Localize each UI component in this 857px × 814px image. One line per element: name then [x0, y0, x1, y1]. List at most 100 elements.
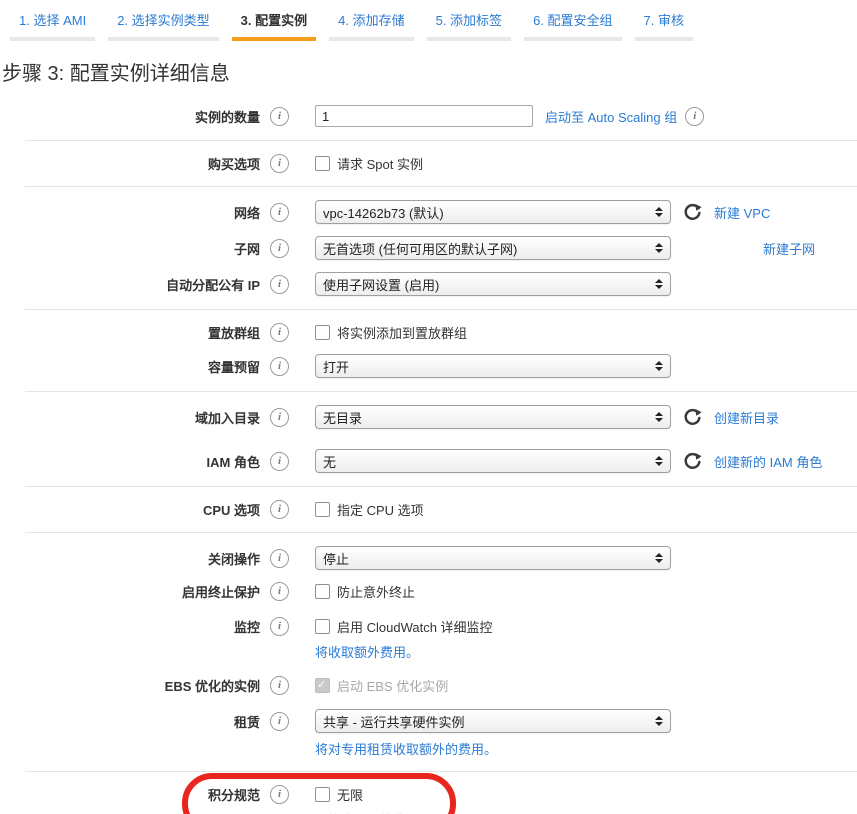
- row-subnet: 子网 i 无首选项 (任何可用区的默认子网) 新建子网: [0, 236, 857, 260]
- capacity-reservation-value: 打开: [323, 357, 655, 376]
- cpu-options-checkbox-label: 指定 CPU 选项: [337, 500, 424, 519]
- network-label: 网络: [0, 203, 260, 222]
- info-icon[interactable]: i: [270, 107, 289, 126]
- monitoring-checkbox[interactable]: [315, 619, 330, 634]
- refresh-icon[interactable]: [683, 452, 702, 471]
- capacity-reservation-label: 容量预留: [0, 357, 260, 376]
- select-arrows-icon: [655, 553, 663, 563]
- section-credit-specification: 积分规范 i 无限 可能收取额外费用: [0, 772, 857, 814]
- request-spot-checkbox[interactable]: [315, 156, 330, 171]
- row-instance-count: 实例的数量 i 启动至 Auto Scaling 组 i: [0, 105, 857, 127]
- tab-choose-ami[interactable]: 1. 选择 AMI: [10, 10, 95, 41]
- tenancy-fee-note[interactable]: 将对专用租赁收取额外的费用。: [315, 739, 857, 758]
- info-icon[interactable]: i: [270, 203, 289, 222]
- unlimited-checkbox-label: 无限: [337, 785, 363, 804]
- launch-into-auto-scaling-link[interactable]: 启动至 Auto Scaling 组: [545, 107, 677, 126]
- domain-join-directory-label: 域加入目录: [0, 408, 260, 427]
- request-spot-label: 请求 Spot 实例: [337, 154, 423, 173]
- tenancy-label: 租赁: [0, 712, 260, 731]
- row-domain-join-directory: 域加入目录 i 无目录 创建新目录: [0, 405, 857, 429]
- info-icon[interactable]: i: [685, 107, 704, 126]
- info-icon[interactable]: i: [270, 617, 289, 636]
- row-tenancy: 租赁 i 共享 - 运行共享硬件实例: [0, 709, 857, 733]
- section-instance-count: 实例的数量 i 启动至 Auto Scaling 组 i: [0, 92, 857, 140]
- monitoring-checkbox-label: 启用 CloudWatch 详细监控: [337, 617, 493, 636]
- refresh-icon[interactable]: [683, 408, 702, 427]
- page-title: 步骤 3: 配置实例详细信息: [2, 57, 857, 86]
- info-icon[interactable]: i: [270, 275, 289, 294]
- configure-instance-form: 实例的数量 i 启动至 Auto Scaling 组 i 购买选项 i 请求 S…: [0, 92, 857, 814]
- info-icon[interactable]: i: [270, 582, 289, 601]
- tab-configure-security-group[interactable]: 6. 配置安全组: [524, 10, 621, 41]
- unlimited-checkbox[interactable]: [315, 787, 330, 802]
- credit-specification-label: 积分规范: [0, 785, 260, 804]
- subnet-select[interactable]: 无首选项 (任何可用区的默认子网): [315, 236, 671, 260]
- row-shutdown-behavior: 关闭操作 i 停止: [0, 546, 857, 570]
- row-placement-group: 置放群组 i 将实例添加到置放群组: [0, 323, 857, 342]
- row-network: 网络 i vpc-14262b73 (默认) 新建 VPC: [0, 200, 857, 224]
- create-new-directory-link[interactable]: 创建新目录: [714, 408, 779, 427]
- row-credit-specification: 积分规范 i 无限: [0, 785, 857, 804]
- auto-assign-public-ip-select[interactable]: 使用子网设置 (启用): [315, 272, 671, 296]
- info-icon[interactable]: i: [270, 676, 289, 695]
- subnet-label: 子网: [0, 239, 260, 258]
- refresh-icon[interactable]: [683, 203, 702, 222]
- capacity-reservation-select[interactable]: 打开: [315, 354, 671, 378]
- section-purchase-option: 购买选项 i 请求 Spot 实例: [0, 141, 857, 186]
- domain-join-directory-value: 无目录: [323, 408, 655, 427]
- section-behavior: 关闭操作 i 停止 启用终止保护 i 防止意外终止 监控: [0, 533, 857, 771]
- termination-protection-label: 启用终止保护: [0, 582, 260, 601]
- info-icon[interactable]: i: [270, 357, 289, 376]
- info-icon[interactable]: i: [270, 452, 289, 471]
- iam-role-label: IAM 角色: [0, 452, 260, 471]
- placement-group-label: 置放群组: [0, 323, 260, 342]
- info-icon[interactable]: i: [270, 239, 289, 258]
- info-icon[interactable]: i: [270, 500, 289, 519]
- monitoring-fee-note[interactable]: 将收取额外费用。: [315, 642, 857, 661]
- row-purchase-option: 购买选项 i 请求 Spot 实例: [0, 154, 857, 173]
- row-cpu-options: CPU 选项 i 指定 CPU 选项: [0, 500, 857, 519]
- shutdown-behavior-select[interactable]: 停止: [315, 546, 671, 570]
- create-new-iam-role-link[interactable]: 创建新的 IAM 角色: [714, 452, 822, 471]
- create-new-subnet-link[interactable]: 新建子网: [763, 239, 815, 258]
- tab-add-storage[interactable]: 4. 添加存储: [329, 10, 413, 41]
- purchase-option-label: 购买选项: [0, 154, 260, 173]
- network-select[interactable]: vpc-14262b73 (默认): [315, 200, 671, 224]
- create-new-vpc-link[interactable]: 新建 VPC: [714, 203, 770, 222]
- select-arrows-icon: [655, 361, 663, 371]
- cpu-options-checkbox[interactable]: [315, 502, 330, 517]
- tab-choose-instance-type[interactable]: 2. 选择实例类型: [108, 10, 218, 41]
- cpu-options-label: CPU 选项: [0, 500, 260, 519]
- subnet-select-value: 无首选项 (任何可用区的默认子网): [323, 239, 655, 258]
- termination-protection-checkbox[interactable]: [315, 584, 330, 599]
- placement-group-checkbox[interactable]: [315, 325, 330, 340]
- info-icon[interactable]: i: [270, 408, 289, 427]
- select-arrows-icon: [655, 456, 663, 466]
- info-icon[interactable]: i: [270, 785, 289, 804]
- instance-count-input[interactable]: [315, 105, 533, 127]
- info-icon[interactable]: i: [270, 154, 289, 173]
- ebs-optimized-checkbox-label: 启动 EBS 优化实例: [337, 676, 448, 695]
- info-icon[interactable]: i: [270, 549, 289, 568]
- ebs-optimized-label: EBS 优化的实例: [0, 676, 260, 695]
- iam-role-select[interactable]: 无: [315, 449, 671, 473]
- termination-protection-checkbox-label: 防止意外终止: [337, 582, 415, 601]
- tab-add-tags[interactable]: 5. 添加标签: [427, 10, 511, 41]
- section-cpu-options: CPU 选项 i 指定 CPU 选项: [0, 487, 857, 532]
- section-identity: 域加入目录 i 无目录 创建新目录 IAM 角色 i: [0, 392, 857, 486]
- tenancy-select[interactable]: 共享 - 运行共享硬件实例: [315, 709, 671, 733]
- select-arrows-icon: [655, 279, 663, 289]
- domain-join-directory-select[interactable]: 无目录: [315, 405, 671, 429]
- placement-group-checkbox-label: 将实例添加到置放群组: [337, 323, 467, 342]
- tab-configure-instance[interactable]: 3. 配置实例: [232, 10, 316, 41]
- info-icon[interactable]: i: [270, 323, 289, 342]
- info-icon[interactable]: i: [270, 712, 289, 731]
- row-auto-assign-public-ip: 自动分配公有 IP i 使用子网设置 (启用): [0, 272, 857, 296]
- auto-assign-public-ip-label: 自动分配公有 IP: [0, 275, 260, 294]
- tab-review[interactable]: 7. 审核: [635, 10, 693, 41]
- instance-count-label: 实例的数量: [0, 107, 260, 126]
- row-ebs-optimized: EBS 优化的实例 i 启动 EBS 优化实例: [0, 676, 857, 695]
- credit-fee-note[interactable]: 可能收取额外费用: [315, 810, 857, 814]
- network-select-value: vpc-14262b73 (默认): [323, 203, 655, 222]
- row-iam-role: IAM 角色 i 无 创建新的 IAM 角色: [0, 449, 857, 473]
